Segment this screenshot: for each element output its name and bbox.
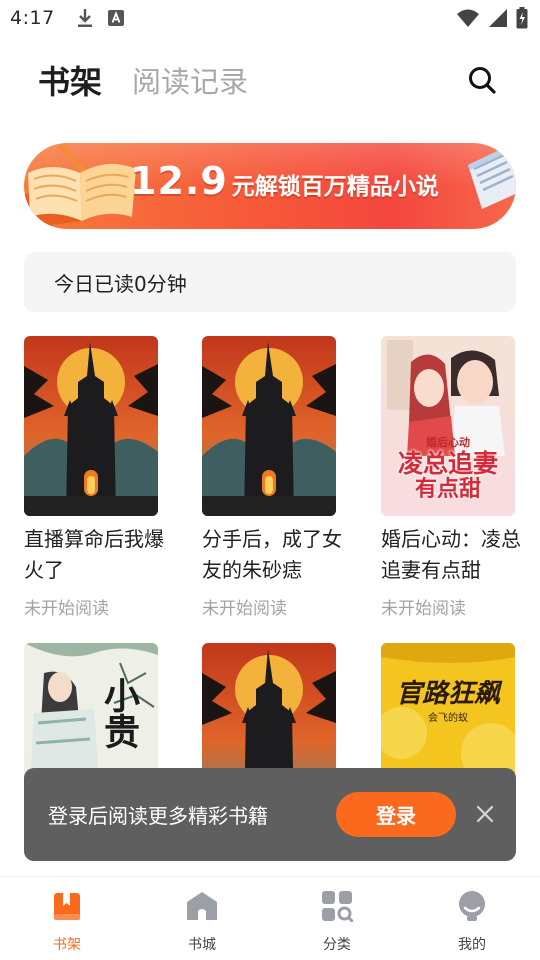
- bookshelf-icon: [54, 893, 80, 920]
- cover-title-top: 婚后心动: [426, 436, 470, 449]
- close-icon[interactable]: [475, 804, 495, 824]
- login-prompt-text: 登录后阅读更多精彩书籍: [48, 804, 268, 828]
- download-icon: [77, 9, 92, 27]
- status-time: 4:17: [10, 7, 55, 29]
- book-cover: [24, 336, 158, 516]
- status-bar: 4:17: [0, 0, 540, 36]
- nav-label-bookshelf: 书架: [53, 937, 81, 953]
- cover-title: 婚后心动 凌总追妻 有点甜: [381, 434, 515, 502]
- notification-icons: [77, 8, 125, 28]
- book-cover: 婚后心动 凌总追妻 有点甜: [381, 336, 515, 516]
- cover-author: 会飞的蚁: [428, 713, 468, 724]
- cover-title: 小贵: [98, 677, 139, 749]
- book-title: 婚后心动：凌总追妻有点甜: [381, 527, 521, 582]
- category-icon: [322, 891, 353, 922]
- today-reading-time: 今日已读0分钟: [24, 252, 516, 312]
- book-status: 未开始阅读: [202, 599, 287, 619]
- newspaper-illustration: [468, 147, 516, 209]
- banner-slogan: 元解锁百万精品小说: [231, 174, 439, 200]
- book-status: 未开始阅读: [381, 599, 466, 619]
- book-title: 直播算命后我爆火了: [24, 527, 164, 582]
- tab-reading-history[interactable]: 阅读记录: [132, 59, 248, 101]
- profile-icon: [459, 891, 485, 921]
- nav-label-bookstore: 书城: [188, 937, 216, 953]
- bookshelf-page: 4:17 书架 阅读记录 12.9 元解锁百万精品小说 今日已读0分钟 直播算命…: [0, 0, 540, 960]
- nav-item-category[interactable]: 分类: [297, 877, 377, 960]
- signal-icon: [489, 9, 507, 27]
- book-cover: [202, 336, 336, 516]
- login-prompt-bar: 登录后阅读更多精彩书籍 登录: [24, 768, 516, 861]
- system-icons: [456, 7, 528, 29]
- nav-item-profile[interactable]: 我的: [432, 877, 512, 960]
- today-reading-text: 今日已读0分钟: [54, 271, 187, 296]
- wifi-icon: [457, 9, 479, 27]
- cover-title: 官路狂飙: [395, 679, 500, 709]
- bookstore-icon: [187, 892, 217, 920]
- book-status: 未开始阅读: [24, 599, 109, 619]
- tab-bookshelf[interactable]: 书架: [38, 57, 102, 103]
- banner-text: 12.9 元解锁百万精品小说: [130, 159, 439, 203]
- bottom-nav: 书架 书城 分类 我的: [0, 876, 540, 960]
- login-button[interactable]: 登录: [336, 792, 456, 837]
- promo-banner[interactable]: 12.9 元解锁百万精品小说: [24, 143, 516, 229]
- banner-price: 12.9: [130, 159, 228, 203]
- search-icon: [469, 67, 496, 94]
- app-notification-icon: [107, 10, 124, 26]
- cover-title-main: 凌总追妻: [397, 449, 498, 478]
- nav-item-bookshelf[interactable]: 书架: [27, 877, 107, 960]
- nav-item-bookstore[interactable]: 书城: [162, 877, 242, 960]
- battery-charging-icon: [516, 7, 528, 29]
- book-title: 分手后，成了女友的朱砂痣: [202, 527, 342, 582]
- header: 书架 阅读记录: [0, 52, 540, 108]
- cover-title-sub: 有点甜: [414, 477, 481, 502]
- nav-label-category: 分类: [323, 937, 351, 953]
- search-button[interactable]: [466, 64, 498, 96]
- nav-label-profile: 我的: [458, 937, 486, 953]
